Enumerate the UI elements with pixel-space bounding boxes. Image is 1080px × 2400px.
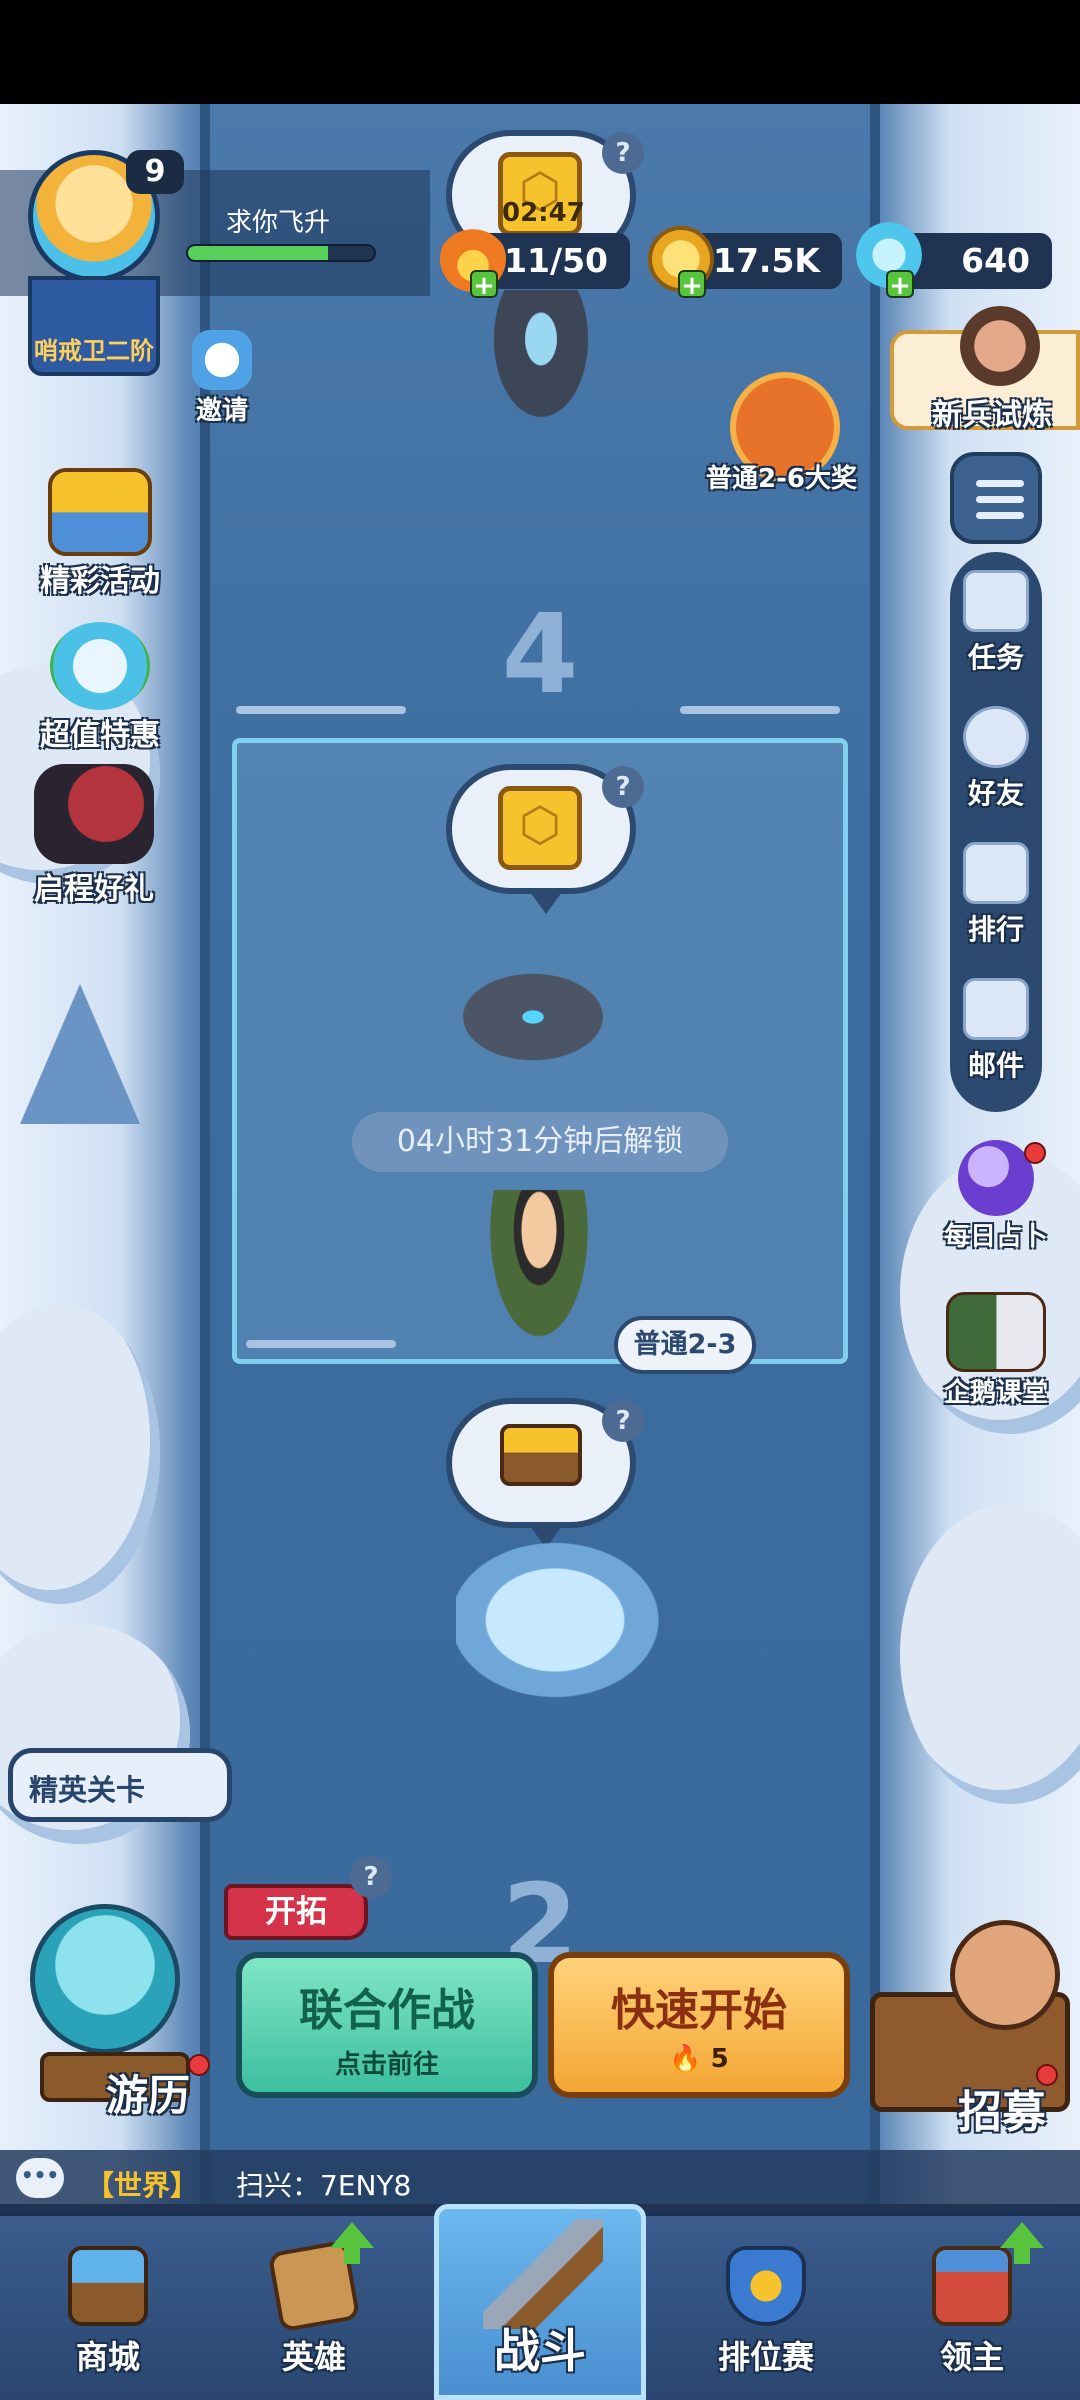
nav-battle-label: 战斗 xyxy=(494,2324,586,2378)
status-bar xyxy=(0,0,1080,104)
question-icon[interactable]: ? xyxy=(602,132,644,174)
coop-subtitle: 点击前往 xyxy=(334,2050,439,2080)
key-chest-icon xyxy=(498,786,582,870)
start-gift-label: 启程好礼 xyxy=(34,872,154,907)
crossed-weapons-icon xyxy=(483,2219,603,2329)
nav-heroes[interactable]: 英雄 xyxy=(214,2216,414,2400)
nav-shop-label: 商城 xyxy=(75,2338,140,2376)
fire-energy-icon: 🔥 xyxy=(669,2044,702,2074)
reward-label: 普通2-6大奖 xyxy=(706,464,857,494)
current-stage-tag[interactable]: 普通2-3 xyxy=(614,1316,756,1374)
unlock-timer: 04小时31分钟后解锁 xyxy=(352,1112,728,1172)
crow-enemy[interactable] xyxy=(444,962,622,1072)
quick-start-title: 快速开始 xyxy=(611,1985,787,2036)
start-gift-button[interactable]: 启程好礼 xyxy=(14,764,174,908)
snow-tree xyxy=(900,1504,1080,1804)
hot-air-balloon-icon[interactable] xyxy=(30,1904,180,2054)
notification-dot xyxy=(1036,2064,1058,2086)
nav-heroes-label: 英雄 xyxy=(281,2338,346,2376)
invite-button[interactable]: 邀请 xyxy=(176,330,268,427)
quick-start-button[interactable]: 快速开始 🔥 5 xyxy=(548,1952,850,2098)
explore-tag: 开拓 xyxy=(224,1884,368,1940)
xp-bar-fill xyxy=(188,246,328,260)
chat-bar[interactable]: ••• 【世界】 扫兴：7ENY8 xyxy=(0,2150,1080,2212)
penguin-icon xyxy=(192,330,252,390)
elite-levels-label: 精英关卡 xyxy=(29,1773,146,1807)
events-button[interactable]: 精彩活动 xyxy=(20,468,180,600)
deals-label: 超值特惠 xyxy=(40,718,160,753)
quick-start-cost-value: 5 xyxy=(710,2044,729,2074)
rank-label: 哨戒卫二阶 xyxy=(34,337,154,365)
podium-icon xyxy=(963,842,1029,904)
nav-ranked-label: 排位赛 xyxy=(717,2338,814,2376)
notification-dot xyxy=(188,2054,210,2076)
question-icon[interactable]: ? xyxy=(602,1400,644,1442)
ranking-label: 排行 xyxy=(967,913,1024,946)
quick-start-cost: 🔥 5 xyxy=(554,2044,844,2074)
events-label: 精彩活动 xyxy=(40,564,160,599)
shield-icon xyxy=(726,2246,806,2326)
crystal-ball-icon xyxy=(958,1140,1034,1216)
invite-label: 邀请 xyxy=(195,396,248,426)
ranking-button[interactable]: 排行 xyxy=(950,842,1042,948)
chat-channel: 【世界】 xyxy=(86,2169,199,2202)
tasks-label: 任务 xyxy=(967,641,1024,674)
recruiter-character-icon xyxy=(950,1920,1060,2030)
bare-tree xyxy=(20,984,140,1124)
nav-shop[interactable]: 商城 xyxy=(8,2216,208,2400)
nav-battle[interactable]: 战斗 xyxy=(434,2204,646,2400)
snow-tree xyxy=(0,1304,160,1604)
dragon-icon xyxy=(34,764,154,864)
wizard-enemy[interactable] xyxy=(486,290,596,430)
question-icon[interactable]: ? xyxy=(602,766,644,808)
chalkboard-penguin-icon xyxy=(946,1292,1046,1372)
add-gold-button[interactable]: + xyxy=(678,270,706,300)
banner-crown-icon xyxy=(932,2246,1012,2326)
elite-levels-button[interactable]: 精英关卡 xyxy=(8,1748,232,1822)
coop-title: 联合作战 xyxy=(299,1985,475,2036)
penguin-class-button[interactable]: 企鹅课堂 xyxy=(930,1292,1062,1409)
mail-button[interactable]: 邮件 xyxy=(950,978,1042,1084)
friends-icon xyxy=(963,706,1029,768)
rank-banner[interactable]: 哨戒卫二阶 xyxy=(28,276,160,376)
stage-number-4: 4 xyxy=(501,590,579,718)
player-level-badge: 9 xyxy=(126,150,184,194)
notification-dot xyxy=(1024,1142,1046,1164)
stage-divider xyxy=(246,1340,396,1348)
clock-icon xyxy=(50,622,150,710)
stage-divider xyxy=(236,706,406,714)
tasks-button[interactable]: 任务 xyxy=(950,570,1042,676)
friends-button[interactable]: 好友 xyxy=(950,706,1042,812)
stage-divider xyxy=(680,706,840,714)
menu-button[interactable] xyxy=(950,452,1042,544)
player-hero[interactable] xyxy=(484,1190,594,1350)
trial-character-icon xyxy=(960,306,1040,386)
upgrade-arrow-icon xyxy=(330,2222,374,2264)
upgrade-arrow-icon xyxy=(1000,2222,1044,2264)
yeti-enemy[interactable] xyxy=(456,1530,676,1710)
chat-message: 扫兴：7ENY8 xyxy=(236,2169,412,2202)
add-gems-button[interactable]: + xyxy=(886,270,914,300)
xp-bar xyxy=(186,244,376,262)
recruit-label: 招募 xyxy=(958,2087,1046,2138)
penguin-class-label: 企鹅课堂 xyxy=(943,1378,1048,1408)
shop-icon xyxy=(68,2246,148,2326)
player-name: 求你飞升 xyxy=(226,208,331,238)
nav-lord-label: 领主 xyxy=(939,2338,1004,2376)
mail-label: 邮件 xyxy=(967,1049,1024,1082)
envelope-icon xyxy=(963,978,1029,1040)
chest-timer: 02:47 xyxy=(502,198,585,228)
coop-battle-button[interactable]: 联合作战 点击前往 xyxy=(236,1952,538,2098)
treasure-chest-icon xyxy=(48,468,152,556)
chat-bubble-icon[interactable]: ••• xyxy=(16,2158,64,2198)
question-icon[interactable]: ? xyxy=(350,1856,392,1898)
nav-ranked[interactable]: 排位赛 xyxy=(666,2216,866,2400)
clipboard-icon xyxy=(963,570,1029,632)
divination-label: 每日占卜 xyxy=(943,1222,1048,1252)
deals-button[interactable]: 超值特惠 xyxy=(20,622,180,754)
friends-label: 好友 xyxy=(967,777,1024,810)
treasure-chest-icon xyxy=(500,1424,582,1486)
travel-label: 游历 xyxy=(106,2071,191,2120)
trial-label: 新兵试炼 xyxy=(932,398,1052,433)
